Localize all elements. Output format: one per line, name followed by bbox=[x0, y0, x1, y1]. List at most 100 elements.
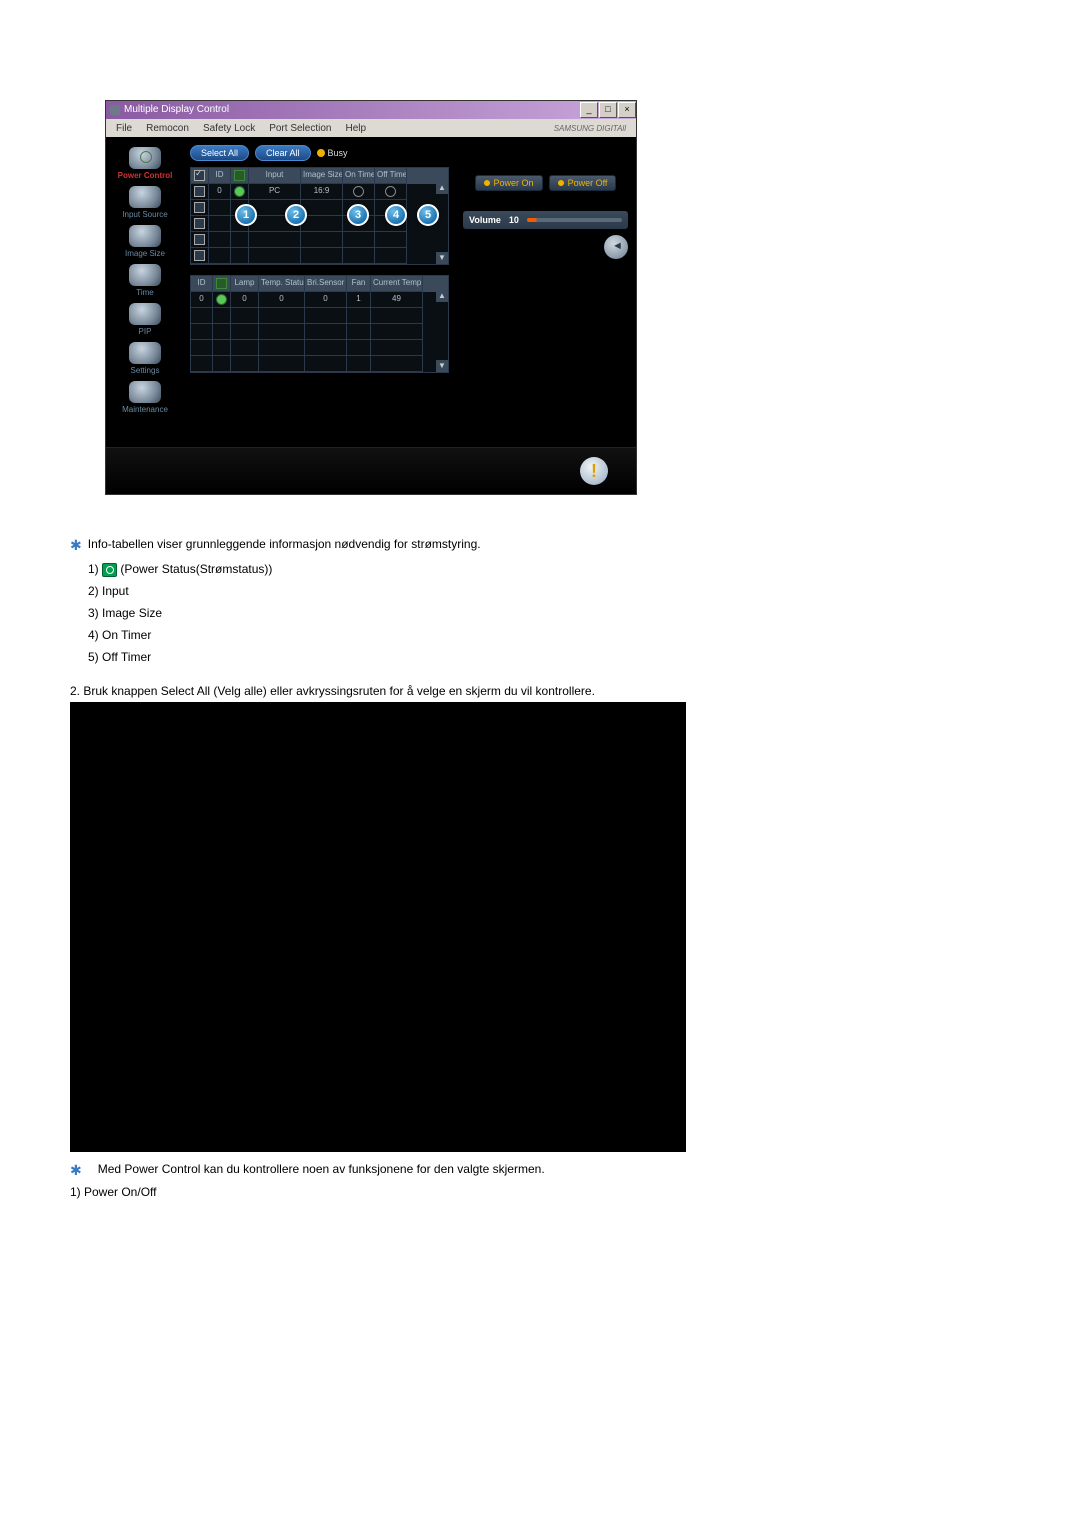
scroll-down-button[interactable]: ▼ bbox=[436, 360, 448, 372]
power-off-button[interactable]: Power Off bbox=[549, 175, 617, 191]
table-row[interactable]: 0 0 0 0 1 49 bbox=[191, 292, 448, 308]
power-status-icon bbox=[102, 563, 117, 577]
busy-dot-icon bbox=[317, 149, 325, 157]
volume-control: Volume 10 bbox=[463, 211, 628, 229]
table-row bbox=[191, 340, 448, 356]
menu-file[interactable]: File bbox=[110, 123, 138, 134]
time-icon bbox=[129, 264, 161, 286]
scroll-down-button[interactable]: ▼ bbox=[436, 252, 448, 264]
star-icon: ✱ bbox=[70, 535, 82, 556]
scroll-up-button[interactable]: ▲ bbox=[436, 290, 448, 302]
app-footer: ! bbox=[106, 447, 636, 494]
table-row bbox=[191, 308, 448, 324]
busy-label: Busy bbox=[328, 148, 348, 158]
sidebar-item-maintenance[interactable]: Maintenance bbox=[110, 379, 180, 416]
info-grid-2: ID Lamp Temp. Status Bri.Sensor Fan Curr… bbox=[190, 275, 449, 373]
center-panel: Select All Clear All Busy ID Input Image… bbox=[184, 137, 455, 447]
volume-value: 10 bbox=[509, 215, 519, 225]
col-image-size: Image Size bbox=[301, 168, 343, 184]
doc-paragraph: Info-tabellen viser grunnleggende inform… bbox=[88, 535, 481, 556]
maintenance-icon bbox=[129, 381, 161, 403]
power-on-dot-icon bbox=[484, 180, 490, 186]
sidebar-item-label: PIP bbox=[139, 327, 152, 336]
warning-icon: ! bbox=[580, 457, 608, 485]
sidebar-item-pip[interactable]: PIP bbox=[110, 301, 180, 338]
col-id: ID bbox=[191, 276, 213, 292]
sidebar-item-time[interactable]: Time bbox=[110, 262, 180, 299]
col-fan: Fan bbox=[347, 276, 371, 292]
busy-indicator: Busy bbox=[317, 148, 348, 158]
menubar: File Remocon Safety Lock Port Selection … bbox=[106, 119, 636, 137]
volume-slider[interactable] bbox=[527, 218, 622, 222]
menu-safety-lock[interactable]: Safety Lock bbox=[197, 123, 261, 134]
menu-help[interactable]: Help bbox=[339, 123, 372, 134]
sidebar-item-image-size[interactable]: Image Size bbox=[110, 223, 180, 260]
brand-label: SAMSUNG DIGITAll bbox=[548, 124, 632, 133]
settings-icon bbox=[129, 342, 161, 364]
col-current-temp: Current Temp. bbox=[371, 276, 423, 292]
col-bri-sensor: Bri.Sensor bbox=[305, 276, 347, 292]
status-led-icon bbox=[216, 294, 227, 305]
clear-all-button[interactable]: Clear All bbox=[255, 145, 311, 161]
col-off-timer: Off Timer bbox=[375, 168, 407, 184]
col-status-icon bbox=[234, 170, 245, 181]
status-led-icon bbox=[234, 186, 245, 197]
window-title: Multiple Display Control bbox=[124, 101, 229, 119]
cell-current-temp: 49 bbox=[371, 292, 423, 308]
select-all-button[interactable]: Select All bbox=[190, 145, 249, 161]
sidebar-item-label: Input Source bbox=[122, 210, 167, 219]
badge-2: 2 bbox=[285, 204, 307, 226]
list-item: 5) Off Timer bbox=[88, 648, 1010, 666]
speaker-icon[interactable] bbox=[604, 235, 628, 259]
cell-id: 0 bbox=[191, 292, 213, 308]
sidebar-item-label: Maintenance bbox=[122, 405, 168, 414]
sidebar-item-settings[interactable]: Settings bbox=[110, 340, 180, 377]
document-body: ✱ Info-tabellen viser grunnleggende info… bbox=[70, 535, 1010, 1199]
doc-paragraph: 2. Bruk knappen Select All (Velg alle) e… bbox=[70, 684, 1010, 698]
numbered-list-1: 1) (Power Status(Strømstatus)) 2) Input … bbox=[88, 560, 1010, 666]
sidebar-item-label: Settings bbox=[131, 366, 160, 375]
on-timer-icon bbox=[353, 186, 364, 197]
sidebar-item-label: Power Control bbox=[118, 171, 173, 180]
minimize-button[interactable]: _ bbox=[580, 102, 598, 118]
app-screenshot-1: Multiple Display Control _ □ × File Remo… bbox=[105, 100, 637, 495]
sidebar-item-input-source[interactable]: Input Source bbox=[110, 184, 180, 221]
table-row bbox=[191, 356, 448, 372]
sidebar: Power Control Input Source Image Size Ti… bbox=[106, 137, 184, 447]
menu-remocon[interactable]: Remocon bbox=[140, 123, 195, 134]
cell-bri-sensor: 0 bbox=[305, 292, 347, 308]
menu-port-selection[interactable]: Port Selection bbox=[263, 123, 337, 134]
sidebar-item-label: Time bbox=[136, 288, 153, 297]
cell-fan: 1 bbox=[347, 292, 371, 308]
badge-1: 1 bbox=[235, 204, 257, 226]
star-icon: ✱ bbox=[70, 1160, 82, 1181]
col-input: Input bbox=[249, 168, 301, 184]
col-on-timer: On Timer bbox=[343, 168, 375, 184]
row-checkbox[interactable] bbox=[194, 186, 205, 197]
image-size-icon bbox=[129, 225, 161, 247]
doc-paragraph: Med Power Control kan du kontrollere noe… bbox=[88, 1160, 545, 1181]
window-controls: _ □ × bbox=[579, 102, 636, 118]
col-temp-status: Temp. Status bbox=[259, 276, 305, 292]
power-on-button[interactable]: Power On bbox=[475, 175, 543, 191]
grid-header: ID Input Image Size On Timer Off Timer bbox=[191, 168, 448, 184]
scroll-up-button[interactable]: ▲ bbox=[436, 182, 448, 194]
off-timer-icon bbox=[385, 186, 396, 197]
cell-id: 0 bbox=[209, 184, 231, 200]
maximize-button[interactable]: □ bbox=[599, 102, 617, 118]
close-button[interactable]: × bbox=[618, 102, 636, 118]
power-off-dot-icon bbox=[558, 180, 564, 186]
table-row bbox=[191, 324, 448, 340]
app-screenshot-2 bbox=[70, 702, 686, 1152]
sidebar-item-power-control[interactable]: Power Control bbox=[110, 145, 180, 182]
power-icon bbox=[129, 147, 161, 169]
cell-input: PC bbox=[249, 184, 301, 200]
list-item: 2) Input bbox=[88, 582, 1010, 600]
cell-image-size: 16:9 bbox=[301, 184, 343, 200]
badge-5: 5 bbox=[417, 204, 439, 226]
header-checkbox[interactable] bbox=[194, 170, 205, 181]
badge-4: 4 bbox=[385, 204, 407, 226]
cell-temp-status: 0 bbox=[259, 292, 305, 308]
table-row[interactable]: 0 PC 16:9 bbox=[191, 184, 448, 200]
list-item-text: (Power Status(Strømstatus)) bbox=[120, 562, 272, 576]
